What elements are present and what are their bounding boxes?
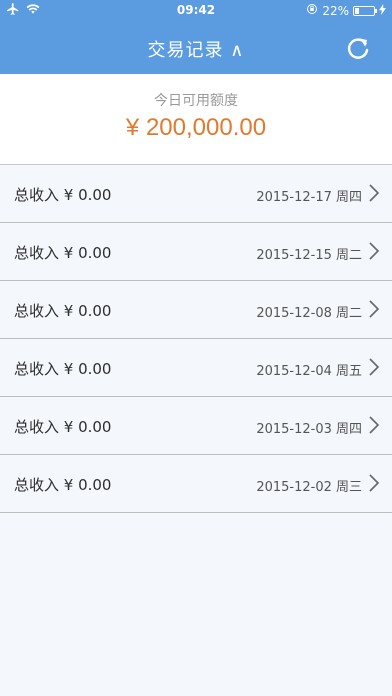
record-date-text: 2015-12-17 周四 [256,190,362,205]
battery-icon [353,5,377,16]
chevron-right-icon [368,357,380,377]
list-item[interactable]: 总收入 ¥ 0.00 2015-12-02 周三 [0,455,392,513]
list-item[interactable]: 总收入 ¥ 0.00 2015-12-17 周四 [0,165,392,223]
total-income-text: 总收入 ¥ 0.00 [14,476,112,494]
battery-fill [355,7,359,14]
status-right: 22% [306,3,386,18]
transaction-list: 总收入 ¥ 0.00 2015-12-17 周四 总收入 ¥ 0.00 2015-12… [0,165,392,513]
total-income-text: 总收入 ¥ 0.00 [14,360,112,378]
record-date-text: 2015-12-04 周五 [256,364,362,379]
available-quota-amount: ¥ 200,000.00 [125,114,267,141]
chevron-right-icon [368,241,380,261]
total-income-text: 总收入 ¥ 0.00 [14,244,112,262]
record-date-text: 2015-12-03 周四 [256,422,362,437]
charging-bolt-icon [379,3,386,18]
total-income-text: 总收入 ¥ 0.00 [14,186,112,204]
total-income-text: 总收入 ¥ 0.00 [14,418,112,436]
list-item[interactable]: 总收入 ¥ 0.00 2015-12-04 周五 [0,339,392,397]
record-date-text: 2015-12-15 周二 [256,248,362,263]
page-title[interactable]: 交易记录 ∧ [0,36,392,62]
transaction-records-screen: 09:42 22% 交易记录 ∧ 今日可用额度 ¥ 200,000.00 总收入… [0,0,392,696]
nav-bar: 交易记录 ∧ [0,22,392,74]
list-item[interactable]: 总收入 ¥ 0.00 2015-12-08 周二 [0,281,392,339]
available-quota-label: 今日可用额度 [154,93,238,109]
chevron-right-icon [368,415,380,435]
available-quota-panel: 今日可用额度 ¥ 200,000.00 [0,74,392,165]
refresh-icon[interactable] [344,34,372,62]
list-item[interactable]: 总收入 ¥ 0.00 2015-12-03 周四 [0,397,392,455]
record-date-text: 2015-12-02 周三 [256,480,362,495]
chevron-right-icon [368,183,380,203]
battery-percent: 22% [322,3,349,18]
list-item[interactable]: 总收入 ¥ 0.00 2015-12-15 周二 [0,223,392,281]
record-date-text: 2015-12-08 周二 [256,306,362,321]
status-bar: 09:42 22% [0,0,392,22]
chevron-right-icon [368,473,380,493]
orientation-lock-icon [306,3,318,18]
chevron-right-icon [368,299,380,319]
total-income-text: 总收入 ¥ 0.00 [14,302,112,320]
